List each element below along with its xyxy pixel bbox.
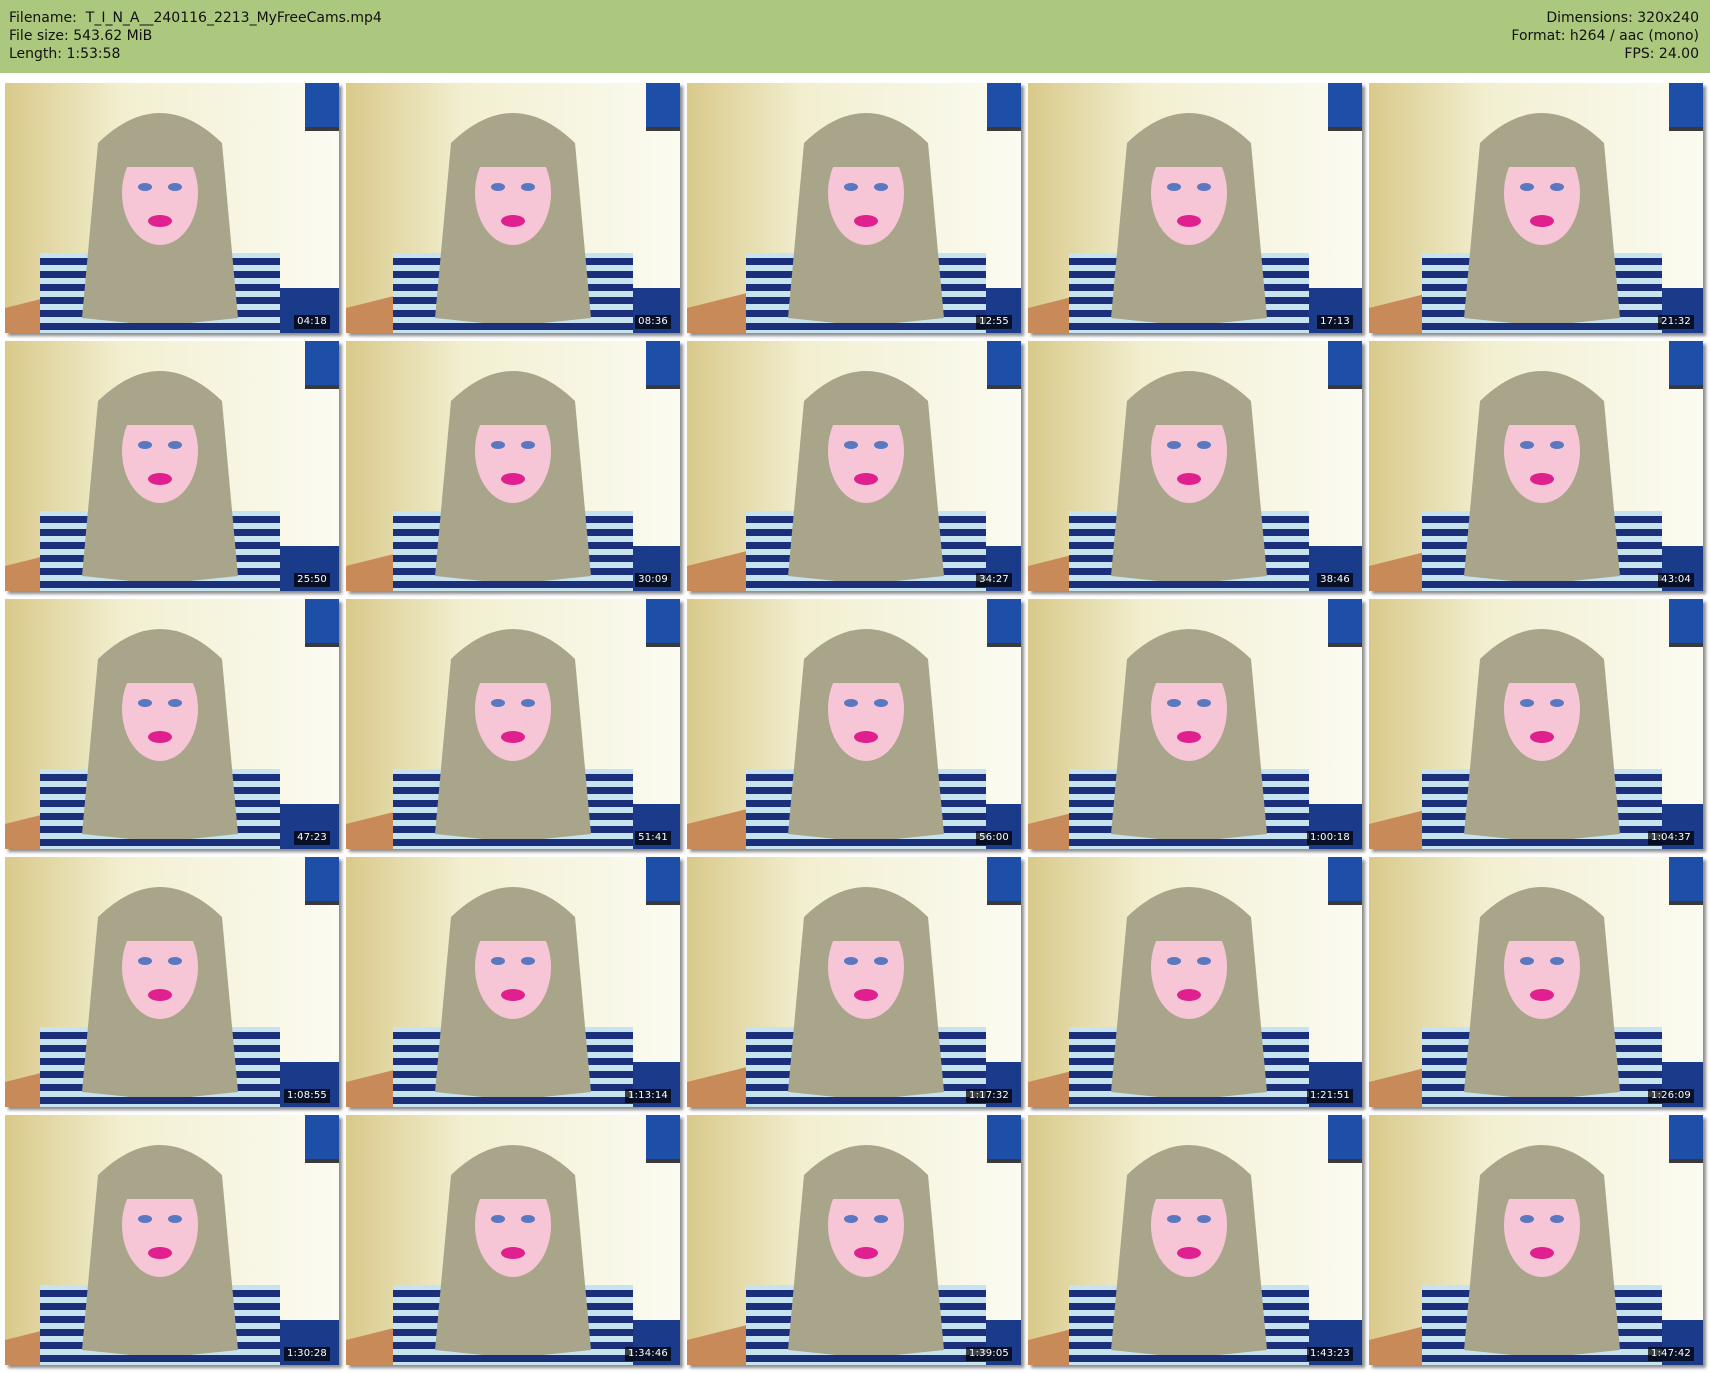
webcam-frame-image xyxy=(1028,1115,1362,1365)
timestamp-label: 25:50 xyxy=(294,573,330,587)
timestamp-label: 1:08:55 xyxy=(284,1089,330,1103)
webcam-frame-image xyxy=(1028,857,1362,1107)
webcam-frame-image xyxy=(346,341,680,591)
webcam-frame-image xyxy=(687,83,1021,333)
video-thumbnail: 1:08:55 xyxy=(5,857,339,1107)
webcam-frame-image xyxy=(687,857,1021,1107)
video-thumbnail: 47:23 xyxy=(5,599,339,849)
timestamp-label: 1:26:09 xyxy=(1648,1089,1694,1103)
video-thumbnail: 1:17:32 xyxy=(687,857,1021,1107)
timestamp-label: 34:27 xyxy=(976,573,1012,587)
webcam-frame-image xyxy=(687,1115,1021,1365)
webcam-frame-image xyxy=(346,83,680,333)
webcam-frame-image xyxy=(1028,83,1362,333)
webcam-frame-image xyxy=(1369,341,1703,591)
video-thumbnail: 08:36 xyxy=(346,83,680,333)
webcam-frame-image xyxy=(346,1115,680,1365)
timestamp-label: 1:34:46 xyxy=(625,1347,671,1361)
timestamp-label: 04:18 xyxy=(294,315,330,329)
timestamp-label: 51:41 xyxy=(635,831,671,845)
video-thumbnail: 17:13 xyxy=(1028,83,1362,333)
webcam-frame-image xyxy=(1369,83,1703,333)
timestamp-label: 1:43:23 xyxy=(1307,1347,1353,1361)
webcam-frame-image xyxy=(1369,857,1703,1107)
video-thumbnail: 1:00:18 xyxy=(1028,599,1362,849)
timestamp-label: 47:23 xyxy=(294,831,330,845)
timestamp-label: 17:13 xyxy=(1317,315,1353,329)
video-thumbnail: 43:04 xyxy=(1369,341,1703,591)
webcam-frame-image xyxy=(346,599,680,849)
webcam-frame-image xyxy=(1028,599,1362,849)
webcam-frame-image xyxy=(687,341,1021,591)
timestamp-label: 1:04:37 xyxy=(1648,831,1694,845)
webcam-frame-image xyxy=(5,341,339,591)
timestamp-label: 38:46 xyxy=(1317,573,1353,587)
video-thumbnail: 38:46 xyxy=(1028,341,1362,591)
timestamp-label: 1:13:14 xyxy=(625,1089,671,1103)
timestamp-label: 08:36 xyxy=(635,315,671,329)
webcam-frame-image xyxy=(687,599,1021,849)
video-thumbnail: 1:47:42 xyxy=(1369,1115,1703,1365)
video-thumbnail: 04:18 xyxy=(5,83,339,333)
timestamp-label: 30:09 xyxy=(635,573,671,587)
video-thumbnail: 30:09 xyxy=(346,341,680,591)
video-thumbnail: 1:13:14 xyxy=(346,857,680,1107)
video-thumbnail: 56:00 xyxy=(687,599,1021,849)
webcam-frame-image xyxy=(346,857,680,1107)
webcam-frame-image xyxy=(5,599,339,849)
video-thumbnail: 21:32 xyxy=(1369,83,1703,333)
timestamp-label: 1:39:05 xyxy=(966,1347,1012,1361)
video-thumbnail: 1:39:05 xyxy=(687,1115,1021,1365)
timestamp-label: 1:47:42 xyxy=(1648,1347,1694,1361)
timestamp-label: 12:55 xyxy=(976,315,1012,329)
video-thumbnail: 1:34:46 xyxy=(346,1115,680,1365)
webcam-frame-image xyxy=(5,857,339,1107)
video-thumbnail: 25:50 xyxy=(5,341,339,591)
webcam-frame-image xyxy=(1369,599,1703,849)
webcam-frame-image xyxy=(1369,1115,1703,1365)
video-thumbnail: 1:04:37 xyxy=(1369,599,1703,849)
webcam-frame-image xyxy=(5,83,339,333)
video-thumbnail: 1:43:23 xyxy=(1028,1115,1362,1365)
timestamp-label: 1:00:18 xyxy=(1307,831,1353,845)
timestamp-label: 1:17:32 xyxy=(966,1089,1012,1103)
video-thumbnail: 1:21:51 xyxy=(1028,857,1362,1107)
timestamp-label: 1:21:51 xyxy=(1307,1089,1353,1103)
video-thumbnail: 51:41 xyxy=(346,599,680,849)
timestamp-label: 1:30:28 xyxy=(284,1347,330,1361)
webcam-frame-image xyxy=(1028,341,1362,591)
timestamp-label: 56:00 xyxy=(976,831,1012,845)
video-thumbnail: 1:26:09 xyxy=(1369,857,1703,1107)
video-thumbnail: 34:27 xyxy=(687,341,1021,591)
video-thumbnail: 1:30:28 xyxy=(5,1115,339,1365)
webcam-frame-image xyxy=(5,1115,339,1365)
timestamp-label: 21:32 xyxy=(1658,315,1694,329)
video-thumbnail: 12:55 xyxy=(687,83,1021,333)
timestamp-label: 43:04 xyxy=(1658,573,1694,587)
thumbnail-grid: 04:18 08:36 12:55 17:13 21:32 25:50 30:09 34:27… xyxy=(0,0,1710,1373)
